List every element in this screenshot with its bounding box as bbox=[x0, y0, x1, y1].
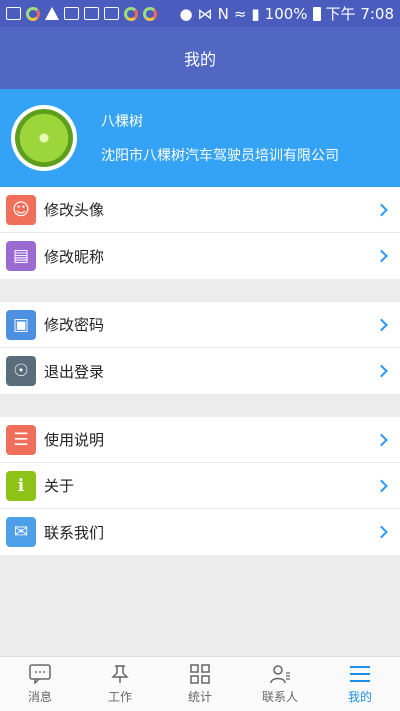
menu-item-about[interactable]: i 关于 bbox=[0, 463, 400, 509]
nav-label: 我的 bbox=[347, 689, 372, 704]
menu-item-contact-us[interactable]: ✉ 联系我们 bbox=[0, 509, 400, 555]
menu-item-label: 修改头像 bbox=[44, 201, 105, 219]
nav-label: 联系人 bbox=[261, 689, 298, 704]
chevron-right-icon bbox=[375, 364, 388, 378]
profile-card[interactable]: 八棵树 沈阳市八棵树汽车驾驶员培训有限公司 bbox=[0, 89, 400, 187]
chevron-right-icon bbox=[375, 203, 388, 216]
chevron-right-icon bbox=[375, 318, 388, 331]
nav-tab-work[interactable]: 工作 bbox=[80, 657, 160, 711]
chat-notification-icon bbox=[6, 7, 21, 20]
pin-icon bbox=[109, 664, 131, 684]
app-notification-icon bbox=[124, 6, 138, 21]
menu-item-label: 退出登录 bbox=[44, 362, 105, 381]
nav-tab-contacts[interactable]: 联系人 bbox=[240, 657, 320, 711]
signal-icon: ▮ bbox=[251, 4, 260, 23]
battery-percent: 100% bbox=[264, 4, 308, 23]
location-icon: ● bbox=[179, 4, 193, 23]
menu-group-account: ▣ 修改密码 ☉ 退出登录 bbox=[0, 302, 400, 394]
nav-label: 统计 bbox=[187, 689, 212, 704]
clock: 下午 7:08 bbox=[325, 5, 394, 23]
app-header: 我的 bbox=[0, 27, 400, 89]
grid-icon bbox=[189, 663, 211, 684]
app-notification-icon bbox=[143, 6, 157, 21]
info-icon: i bbox=[6, 470, 36, 501]
sim-icon bbox=[104, 7, 119, 20]
image-notification-icon bbox=[84, 7, 99, 20]
nav-label: 消息 bbox=[27, 689, 52, 704]
profile-name: 八棵树 bbox=[101, 114, 143, 130]
wifi-icon: ≈ bbox=[233, 4, 247, 23]
menu-item-instructions[interactable]: ☰ 使用说明 bbox=[0, 417, 400, 463]
profile-company: 沈阳市八棵树汽车驾驶员培训有限公司 bbox=[101, 148, 339, 164]
contacts-icon bbox=[269, 664, 291, 684]
chevron-right-icon bbox=[375, 249, 388, 263]
image-notification-icon bbox=[64, 7, 79, 20]
bluetooth-icon: ⋈ bbox=[197, 4, 213, 23]
nav-tab-messages[interactable]: 消息 bbox=[0, 657, 80, 711]
menu-icon bbox=[349, 664, 371, 684]
app-notification-icon bbox=[26, 6, 40, 21]
nav-tab-statistics[interactable]: 统计 bbox=[160, 657, 240, 711]
menu-item-logout[interactable]: ☉ 退出登录 bbox=[0, 348, 400, 394]
lime-avatar-image bbox=[15, 109, 73, 167]
bottom-nav: 消息 工作 统计 联系人 我的 bbox=[0, 656, 400, 711]
menu-item-label: 联系我们 bbox=[44, 523, 105, 542]
nfc-icon: N bbox=[217, 4, 229, 23]
mail-icon: ✉ bbox=[6, 517, 36, 547]
menu-item-label: 修改密码 bbox=[44, 316, 105, 334]
menu-item-label: 关于 bbox=[44, 477, 75, 495]
menu-group-help: ☰ 使用说明 i 关于 ✉ 联系我们 bbox=[0, 417, 400, 555]
nav-tab-mine[interactable]: 我的 bbox=[320, 657, 400, 711]
power-icon: ☉ bbox=[6, 356, 36, 386]
avatar[interactable] bbox=[11, 105, 77, 171]
menu-item-edit-avatar[interactable]: ☺ 修改头像 bbox=[0, 187, 400, 233]
page-title: 我的 bbox=[183, 50, 216, 69]
menu-item-change-password[interactable]: ▣ 修改密码 bbox=[0, 302, 400, 348]
battery-icon bbox=[312, 6, 321, 21]
warning-icon bbox=[45, 7, 59, 20]
lock-icon: ▣ bbox=[6, 309, 36, 340]
menu-item-label: 修改昵称 bbox=[44, 247, 105, 266]
avatar-edit-icon: ☺ bbox=[6, 194, 36, 225]
menu-item-label: 使用说明 bbox=[44, 431, 105, 449]
chevron-right-icon bbox=[375, 525, 388, 539]
menu-group-profile: ☺ 修改头像 ▤ 修改昵称 bbox=[0, 187, 400, 279]
menu-item-edit-nickname[interactable]: ▤ 修改昵称 bbox=[0, 233, 400, 279]
status-bar: ● ⋈ N ≈ ▮ 100% 下午 7:08 bbox=[0, 0, 400, 27]
book-icon: ☰ bbox=[6, 424, 36, 455]
id-card-icon: ▤ bbox=[6, 241, 36, 271]
chevron-right-icon bbox=[375, 433, 388, 446]
nav-label: 工作 bbox=[107, 689, 132, 704]
chevron-right-icon bbox=[375, 479, 388, 492]
message-icon bbox=[29, 663, 51, 684]
